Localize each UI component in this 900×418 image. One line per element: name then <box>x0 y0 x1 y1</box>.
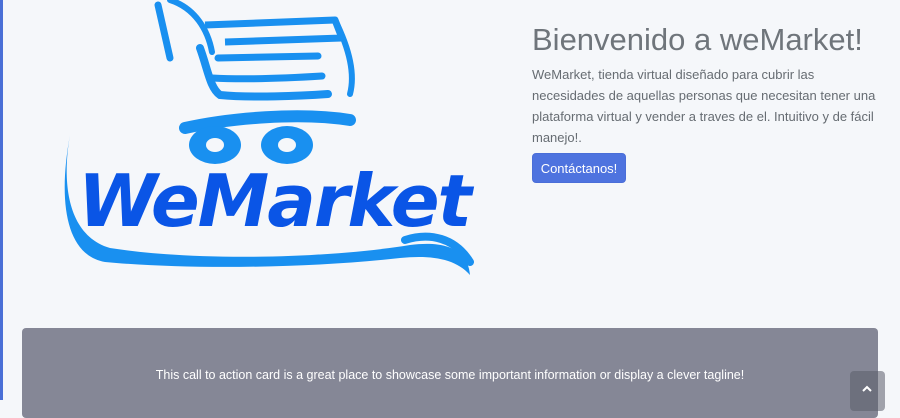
logo-wordmark: WeMarket <box>78 159 475 243</box>
contact-button[interactable]: Contáctanos! <box>532 153 626 183</box>
hero-description: WeMarket, tienda virtual diseñado para c… <box>532 67 876 145</box>
chevron-up-icon <box>862 385 872 392</box>
page-title: Bienvenido a weMarket! <box>532 22 863 57</box>
left-edge-border <box>0 0 3 400</box>
scroll-to-top-button[interactable] <box>850 371 885 411</box>
wemarket-logo: WeMarket <box>50 0 490 290</box>
cta-text: This call to action card is a great plac… <box>155 368 745 382</box>
call-to-action-card: This call to action card is a great plac… <box>22 328 878 418</box>
